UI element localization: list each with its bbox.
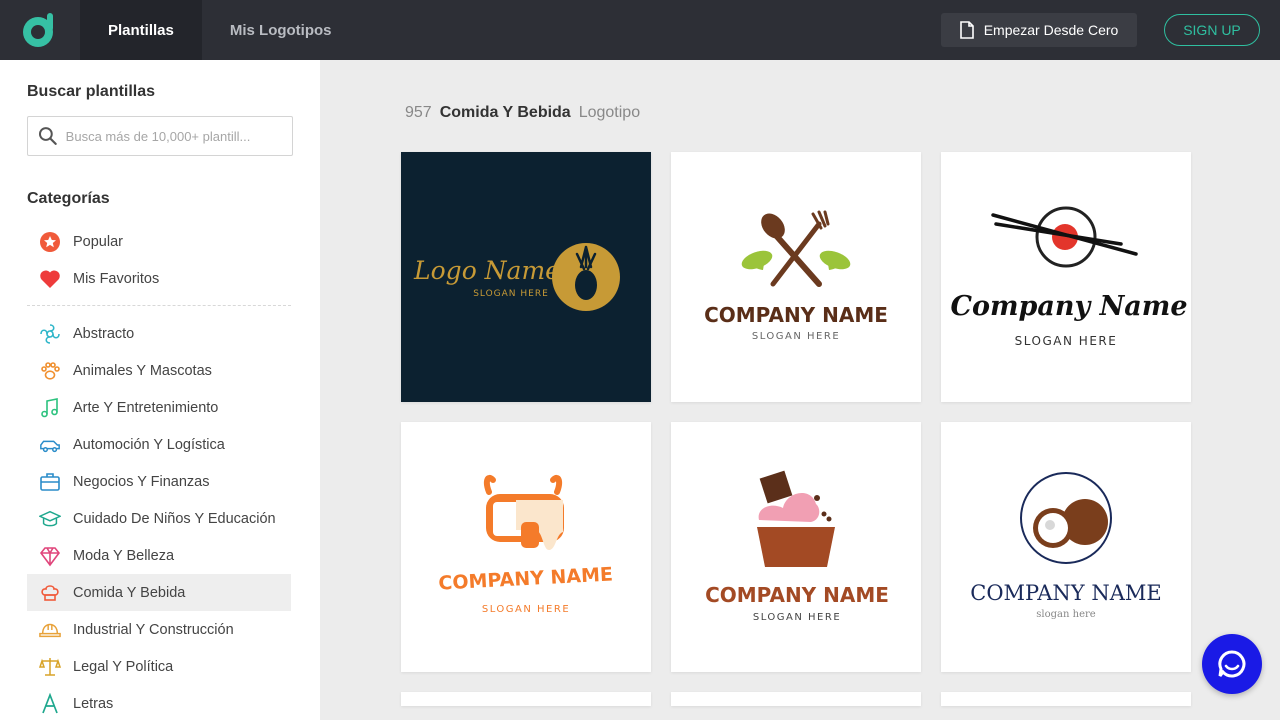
logo-name-text: COMPANY NAME: [705, 583, 889, 607]
search-heading: Buscar plantillas: [27, 83, 156, 100]
chat-icon: [1218, 650, 1246, 678]
logo-slogan-text: slogan here: [1036, 609, 1095, 620]
category-abstracto[interactable]: Abstracto: [27, 315, 291, 352]
start-from-scratch-label: Empezar Desde Cero: [983, 22, 1119, 38]
template-card-coconut[interactable]: COMPANY NAME slogan here: [941, 422, 1191, 672]
result-summary: 957 Comida Y Bebida Logotipo: [405, 104, 640, 122]
category-label: Abstracto: [73, 325, 135, 342]
star-icon: [39, 231, 61, 253]
category-negocios[interactable]: Negocios Y Finanzas: [27, 463, 291, 500]
category-label: Automoción Y Logística: [73, 436, 225, 453]
heart-icon: [39, 268, 61, 290]
scales-icon: [39, 656, 61, 678]
chef-hat-icon: [39, 582, 61, 604]
template-card-sushi[interactable]: Company Name SLOGAN HERE: [941, 152, 1191, 402]
logo-name-text: Company Name: [950, 291, 1187, 322]
category-label: Popular: [73, 233, 123, 250]
category-label: Moda Y Belleza: [73, 547, 175, 564]
logo-preview: Company Name SLOGAN HERE: [941, 152, 1191, 402]
logo-preview: COMPANY NAME SLOGAN HERE: [671, 152, 921, 402]
tab-mis-logotipos[interactable]: Mis Logotipos: [202, 0, 360, 60]
category-label: Arte Y Entretenimiento: [73, 399, 219, 416]
logo-preview: COMPANY NAME SLOGAN HERE: [401, 422, 651, 672]
category-label: Cuidado De Niños Y Educación: [73, 510, 276, 527]
logo-preview: COMPANY NAME SLOGAN HERE: [671, 422, 921, 672]
category-label: Industrial Y Construcción: [73, 621, 234, 638]
result-count: 957: [405, 104, 432, 121]
main-content: 957 Comida Y Bebida Logotipo Logo Name S…: [320, 60, 1280, 720]
briefcase-icon: [39, 471, 61, 493]
logo-slogan-text: SLOGAN HERE: [752, 331, 840, 342]
result-kind: Logotipo: [578, 104, 641, 121]
template-card-pineapple[interactable]: Logo Name SLOGAN HERE: [401, 152, 651, 402]
category-label: Animales Y Mascotas: [73, 362, 212, 379]
car-icon: [39, 434, 61, 456]
logo-name-text: COMPANY NAME: [704, 303, 888, 327]
template-card-partial[interactable]: [671, 692, 921, 706]
category-list: Popular Mis Favoritos: [27, 223, 293, 297]
search-icon: [38, 127, 57, 145]
logo-slogan-text: SLOGAN HERE: [1015, 334, 1118, 348]
category-animales[interactable]: Animales Y Mascotas: [27, 352, 291, 389]
category-industrial[interactable]: Industrial Y Construcción: [27, 611, 291, 648]
result-category: Comida Y Bebida: [439, 104, 571, 121]
logo-preview: COMPANY NAME slogan here: [941, 422, 1191, 672]
template-card-toast[interactable]: COMPANY NAME SLOGAN HERE: [401, 422, 651, 672]
category-popular[interactable]: Popular: [27, 223, 291, 260]
logo-slogan-text: SLOGAN HERE: [753, 612, 841, 623]
category-favoritos[interactable]: Mis Favoritos: [27, 260, 291, 297]
categories-heading: Categorías: [27, 190, 110, 207]
category-label: Comida Y Bebida: [73, 584, 186, 601]
logo-name-text: Logo Name: [413, 256, 560, 285]
graduation-cap-icon: [39, 508, 61, 530]
top-navigation: Plantillas Mis Logotipos Empezar Desde C…: [0, 0, 1280, 60]
logo-slogan-text: SLOGAN HERE: [473, 289, 549, 299]
category-label: Legal Y Política: [73, 658, 174, 675]
app-logo[interactable]: [0, 0, 80, 60]
paw-icon: [39, 360, 61, 382]
document-icon: [959, 21, 974, 39]
chat-button[interactable]: [1202, 634, 1262, 694]
logo-preview: Logo Name SLOGAN HERE: [401, 152, 651, 402]
category-educacion[interactable]: Cuidado De Niños Y Educación: [27, 500, 291, 537]
template-card-dessert[interactable]: COMPANY NAME SLOGAN HERE: [671, 422, 921, 672]
hard-hat-icon: [39, 619, 61, 641]
category-automocion[interactable]: Automoción Y Logística: [27, 426, 291, 463]
letter-a-icon: [39, 692, 61, 715]
abstract-icon: [39, 323, 61, 345]
sidebar: Buscar plantillas Categorías Popular Mis…: [0, 60, 320, 720]
category-label: Letras: [73, 695, 114, 712]
search-box[interactable]: [27, 116, 293, 156]
app-logo-icon: [23, 13, 53, 47]
template-card-partial[interactable]: [941, 692, 1191, 706]
category-divider: [27, 305, 291, 306]
start-from-scratch-button[interactable]: Empezar Desde Cero: [941, 13, 1137, 47]
sign-up-button[interactable]: SIGN UP: [1164, 14, 1260, 46]
diamond-icon: [39, 545, 61, 567]
music-note-icon: [39, 397, 61, 419]
category-label: Mis Favoritos: [73, 270, 160, 287]
template-card-partial[interactable]: [401, 692, 651, 706]
search-input[interactable]: [65, 128, 282, 144]
category-label: Negocios Y Finanzas: [73, 473, 210, 490]
category-moda[interactable]: Moda Y Belleza: [27, 537, 291, 574]
logo-name-text: COMPANY NAME: [970, 581, 1161, 605]
category-arte[interactable]: Arte Y Entretenimiento: [27, 389, 291, 426]
category-list-main: Abstracto Animales Y Mascotas Arte Y Ent…: [27, 315, 293, 720]
logo-slogan-text: SLOGAN HERE: [482, 604, 570, 615]
category-legal[interactable]: Legal Y Política: [27, 648, 291, 685]
category-comida[interactable]: Comida Y Bebida: [27, 574, 291, 611]
tab-plantillas[interactable]: Plantillas: [80, 0, 202, 60]
category-letras[interactable]: Letras: [27, 685, 291, 720]
template-card-cutlery[interactable]: COMPANY NAME SLOGAN HERE: [671, 152, 921, 402]
